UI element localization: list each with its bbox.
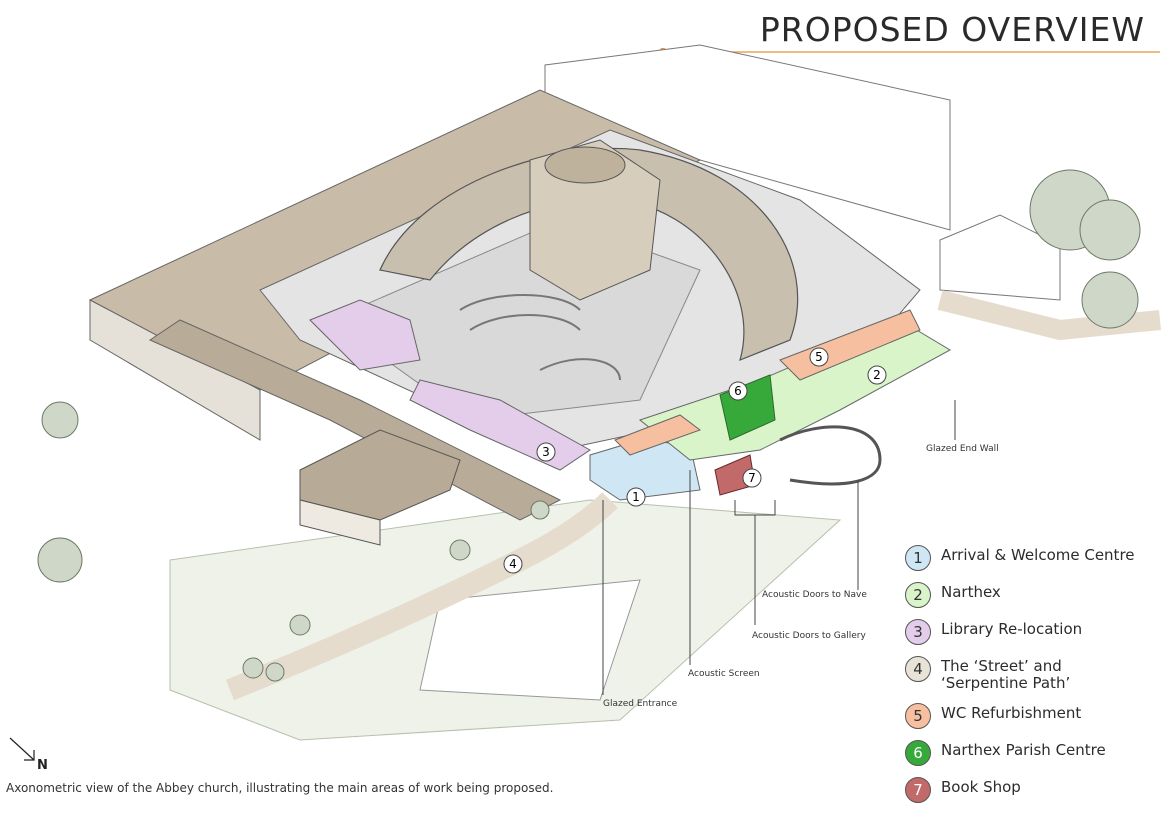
caption: Axonometric view of the Abbey church, il… bbox=[6, 781, 554, 795]
legend-item: 6 Narthex Parish Centre bbox=[905, 740, 1155, 766]
curved-wall bbox=[779, 425, 882, 486]
callout-acoustic-doors-gallery: Acoustic Doors to Gallery bbox=[752, 631, 866, 641]
svg-text:4: 4 bbox=[509, 557, 517, 571]
svg-text:7: 7 bbox=[748, 471, 756, 485]
legend-marker: 3 bbox=[905, 619, 931, 645]
callout-acoustic-screen: Acoustic Screen bbox=[688, 669, 760, 679]
svg-text:5: 5 bbox=[815, 350, 823, 364]
svg-text:1: 1 bbox=[632, 490, 640, 504]
callout-glazed-end-wall: Glazed End Wall bbox=[926, 444, 999, 454]
svg-text:6: 6 bbox=[734, 384, 742, 398]
legend-label: Book Shop bbox=[941, 778, 1021, 796]
legend-label: Library Re-location bbox=[941, 620, 1083, 638]
legend-label: The ‘Street’ and ‘Serpentine Path’ bbox=[941, 657, 1071, 692]
legend-item: 7 Book Shop bbox=[905, 777, 1155, 803]
legend-item: 1 Arrival & Welcome Centre bbox=[905, 545, 1155, 571]
svg-text:2: 2 bbox=[873, 368, 881, 382]
legend-item: 5 WC Refurbishment bbox=[905, 703, 1155, 729]
legend-marker: 7 bbox=[905, 777, 931, 803]
legend-label: Narthex Parish Centre bbox=[941, 741, 1106, 759]
legend-item: 2 Narthex bbox=[905, 582, 1155, 608]
legend-item: 3 Library Re-location bbox=[905, 619, 1155, 645]
legend-marker: 4 bbox=[905, 656, 931, 682]
legend: 1 Arrival & Welcome Centre 2 Narthex 3 L… bbox=[905, 545, 1155, 814]
legend-label: Narthex bbox=[941, 583, 1001, 601]
callout-glazed-entrance: Glazed Entrance bbox=[603, 699, 678, 709]
legend-item: 4 The ‘Street’ and ‘Serpentine Path’ bbox=[905, 656, 1155, 692]
legend-marker: 5 bbox=[905, 703, 931, 729]
svg-text:3: 3 bbox=[542, 445, 550, 459]
legend-marker: 6 bbox=[905, 740, 931, 766]
north-arrow-icon bbox=[9, 737, 35, 761]
legend-label: WC Refurbishment bbox=[941, 704, 1082, 722]
legend-marker: 1 bbox=[905, 545, 931, 571]
legend-label: Arrival & Welcome Centre bbox=[941, 546, 1135, 564]
legend-marker: 2 bbox=[905, 582, 931, 608]
callout-acoustic-doors-nave: Acoustic Doors to Nave bbox=[762, 590, 867, 600]
north-label: N bbox=[37, 758, 48, 773]
